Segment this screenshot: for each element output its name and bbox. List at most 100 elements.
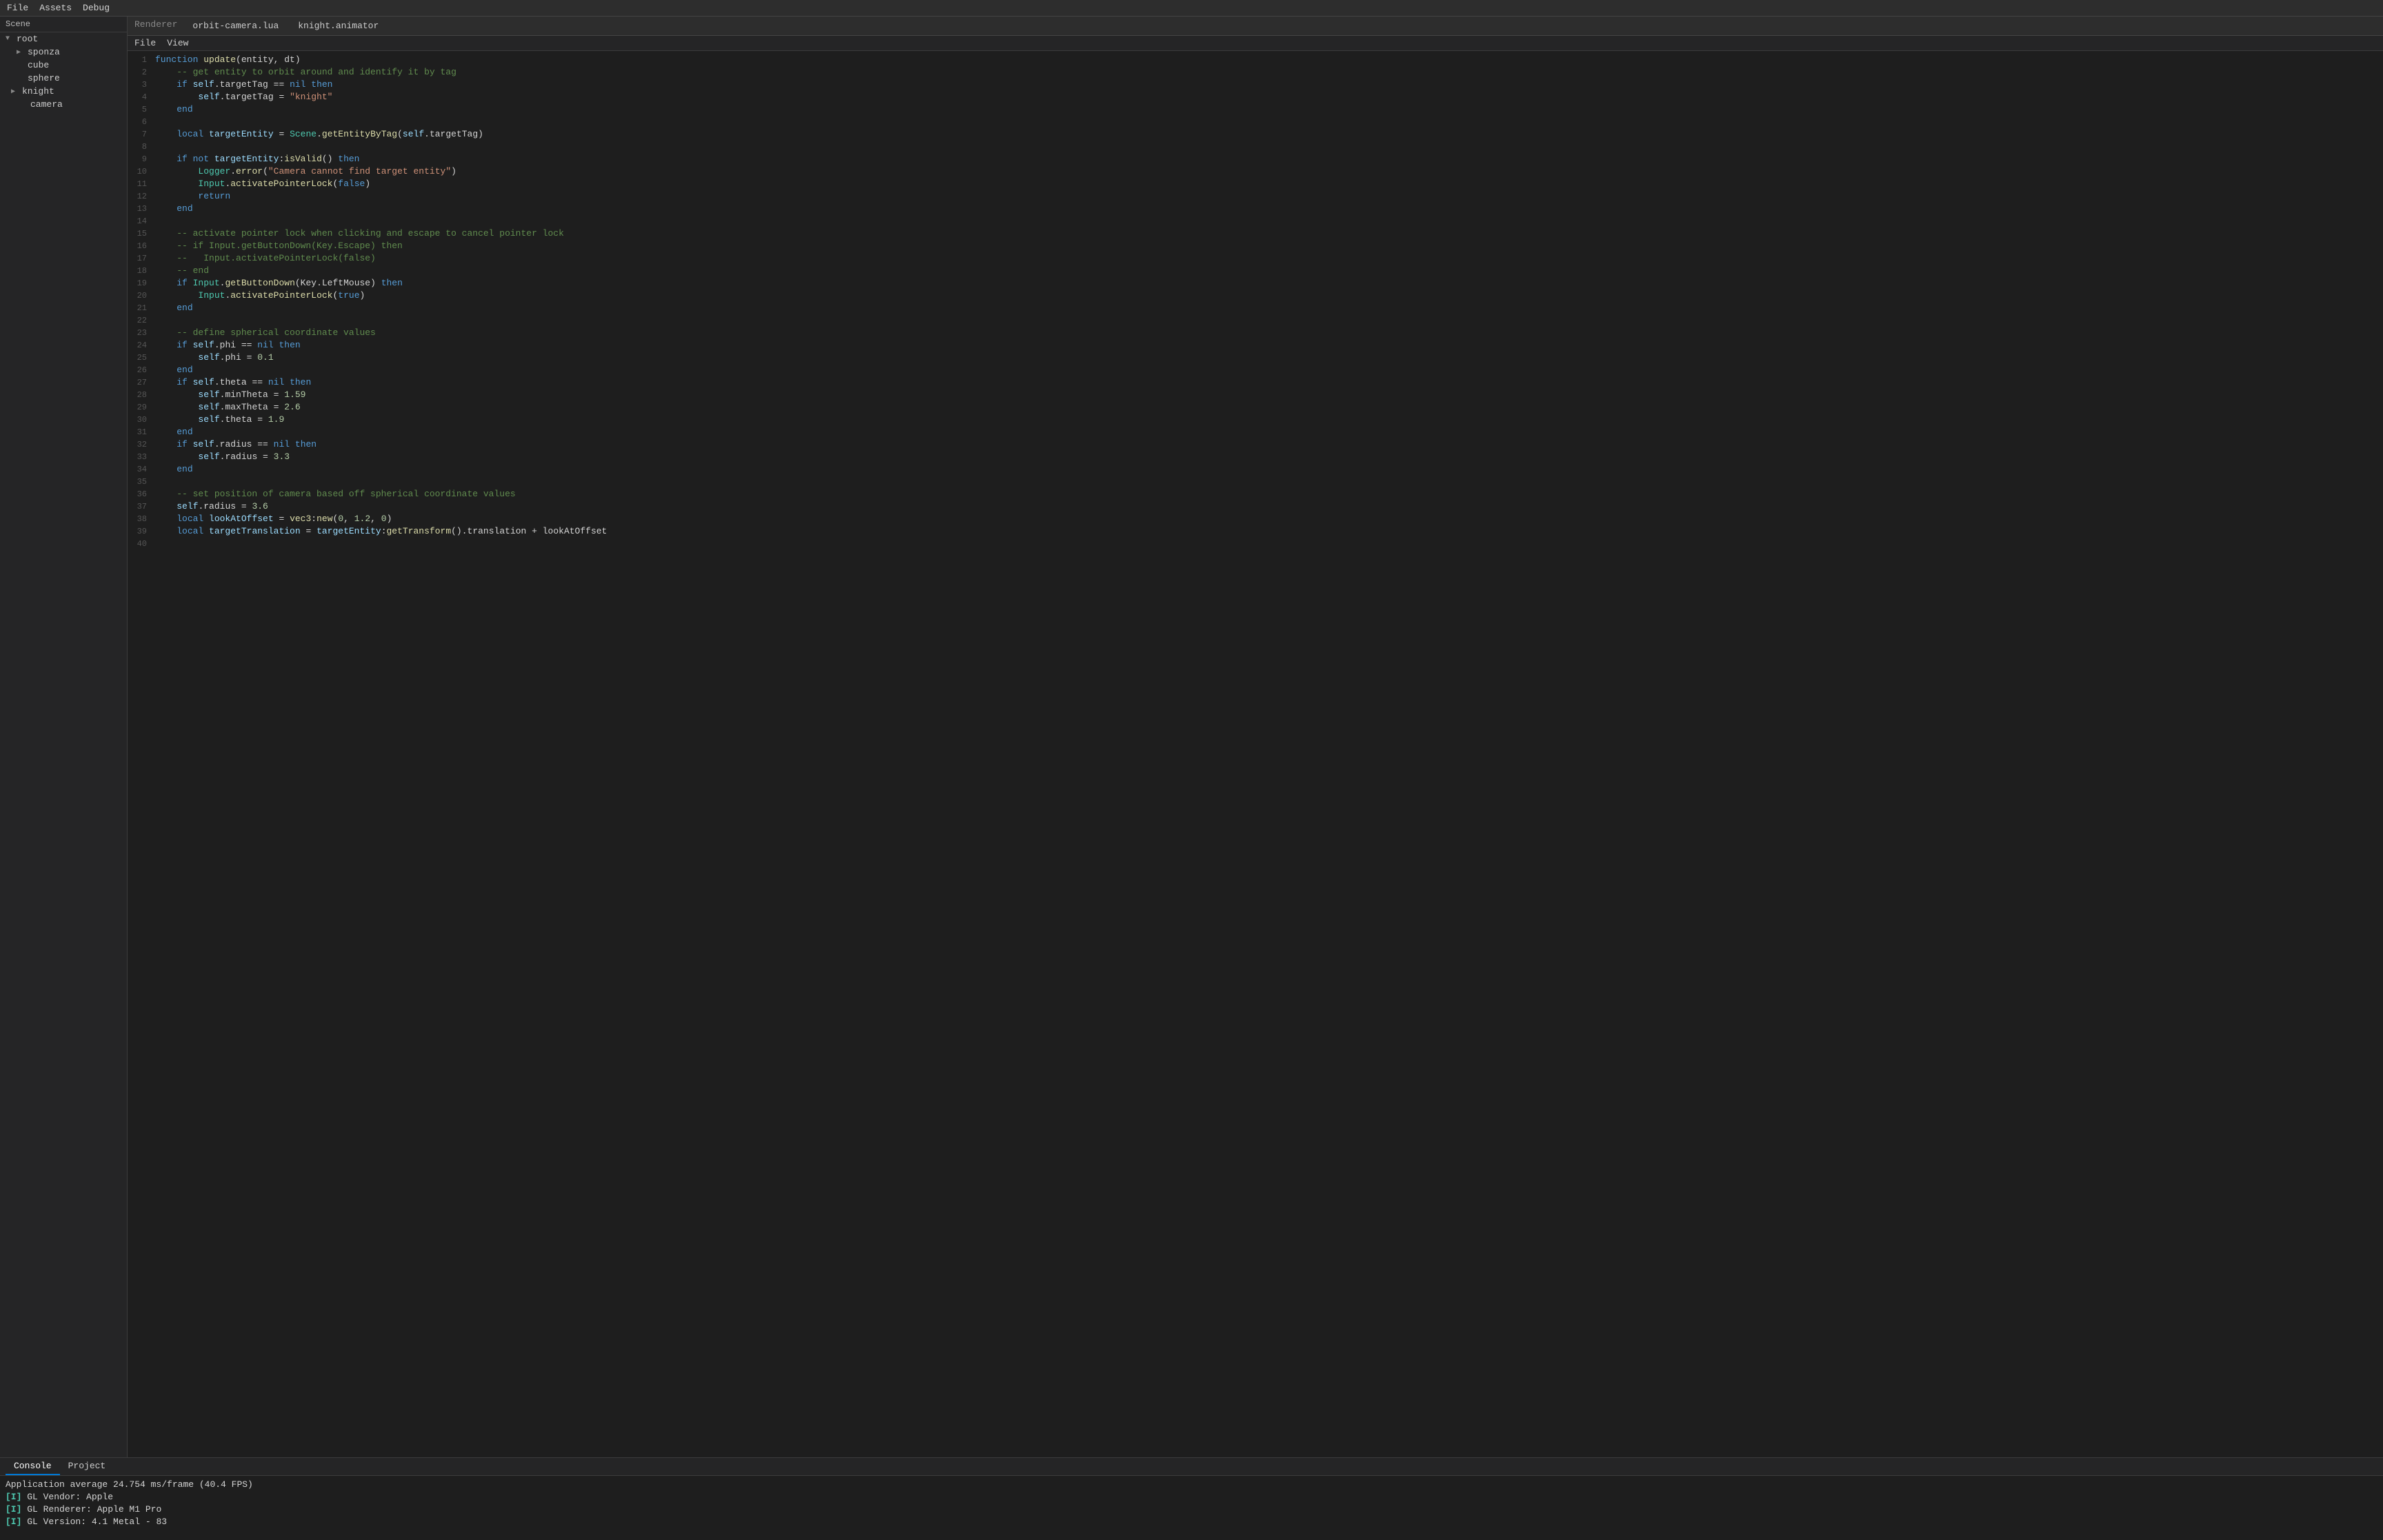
sidebar-item-cube[interactable]: cube [0, 59, 127, 72]
line-content[interactable]: if not targetEntity:isValid() then [155, 153, 2383, 165]
bottom-panel: ConsoleProject Application average 24.75… [0, 1457, 2383, 1540]
line-content[interactable]: if self.radius == nil then [155, 438, 2383, 451]
op-token [155, 427, 177, 437]
sidebar-item-sphere[interactable]: sphere [0, 72, 127, 85]
op-token: .radius = [220, 452, 274, 462]
line-content[interactable]: if self.phi == nil then [155, 339, 2383, 352]
kw-token: if not [177, 154, 214, 164]
menu-item-file[interactable]: File [7, 3, 28, 13]
line-content[interactable] [155, 116, 2383, 128]
menu-item-debug[interactable]: Debug [83, 3, 110, 13]
line-content[interactable]: Input.activatePointerLock(true) [155, 290, 2383, 302]
line-number: 28 [128, 389, 155, 401]
line-content[interactable]: -- get entity to orbit around and identi… [155, 66, 2383, 79]
line-content[interactable]: local targetEntity = Scene.getEntityByTa… [155, 128, 2383, 141]
console-prefix: [I] [6, 1504, 21, 1514]
line-content[interactable]: -- set position of camera based off sphe… [155, 488, 2383, 500]
line-content[interactable] [155, 538, 2383, 550]
kw-token: end [177, 365, 192, 375]
sidebar-item-root[interactable]: ▼root [0, 32, 127, 45]
line-content[interactable]: -- Input.activatePointerLock(false) [155, 252, 2383, 265]
line-number: 2 [128, 66, 155, 79]
op-token [155, 290, 198, 301]
line-number: 14 [128, 215, 155, 227]
kw-token: then [311, 79, 332, 90]
line-content[interactable]: function update(entity, dt) [155, 54, 2383, 66]
op-token: = [301, 526, 316, 536]
kw-token: nil [290, 79, 311, 90]
console-prefix: [I] [6, 1492, 21, 1502]
file-view-item-view[interactable]: View [167, 38, 188, 48]
code-line: 12 return [128, 190, 2383, 203]
code-editor[interactable]: 1function update(entity, dt)2 -- get ent… [128, 51, 2383, 1457]
renderer-tab-orbit-camera[interactable]: orbit-camera.lua [188, 19, 283, 32]
op-token: : [311, 514, 316, 524]
code-line: 10 Logger.error("Camera cannot find targ… [128, 165, 2383, 178]
sidebar-item-sponza[interactable]: ▶sponza [0, 45, 127, 59]
line-content[interactable] [155, 476, 2383, 488]
sidebar-item-knight[interactable]: ▶knight [0, 85, 127, 98]
op-token [155, 414, 198, 425]
file-view-item-file[interactable]: File [134, 38, 156, 48]
line-content[interactable]: self.radius = 3.6 [155, 500, 2383, 513]
line-content[interactable]: local lookAtOffset = vec3:new(0, 1.2, 0) [155, 513, 2383, 525]
kw-token: true [338, 290, 359, 301]
fn-token: error [236, 166, 263, 176]
kw-token: local [177, 526, 209, 536]
line-content[interactable]: -- define spherical coordinate values [155, 327, 2383, 339]
line-content[interactable]: if self.theta == nil then [155, 376, 2383, 389]
console-text: GL Vendor: Apple [21, 1492, 113, 1502]
var-token: targetEntity [209, 129, 274, 139]
kw-token: then [338, 154, 359, 164]
code-line: 2 -- get entity to orbit around and iden… [128, 66, 2383, 79]
code-line: 7 local targetEntity = Scene.getEntityBy… [128, 128, 2383, 141]
line-content[interactable]: self.maxTheta = 2.6 [155, 401, 2383, 414]
line-content[interactable]: Logger.error("Camera cannot find target … [155, 165, 2383, 178]
line-content[interactable]: if self.targetTag == nil then [155, 79, 2383, 91]
op-token [155, 191, 198, 201]
var-token: self [198, 352, 219, 363]
line-number: 26 [128, 364, 155, 376]
kw-token: return [198, 191, 230, 201]
line-content[interactable] [155, 141, 2383, 153]
op-token: .minTheta = [220, 389, 285, 400]
kw-token: local [177, 129, 209, 139]
code-line: 30 self.theta = 1.9 [128, 414, 2383, 426]
renderer-tab-knight-animator[interactable]: knight.animator [294, 19, 383, 32]
sidebar-item-camera[interactable]: camera [0, 98, 127, 111]
tree-item-label: knight [22, 86, 54, 97]
line-content[interactable]: -- activate pointer lock when clicking a… [155, 227, 2383, 240]
line-content[interactable]: self.targetTag = "knight" [155, 91, 2383, 103]
line-content[interactable]: if Input.getButtonDown(Key.LeftMouse) th… [155, 277, 2383, 290]
fn-token: getTransform [387, 526, 452, 536]
line-content[interactable]: -- if Input.getButtonDown(Key.Escape) th… [155, 240, 2383, 252]
line-content[interactable]: self.minTheta = 1.59 [155, 389, 2383, 401]
line-content[interactable]: end [155, 302, 2383, 314]
line-content[interactable]: self.theta = 1.9 [155, 414, 2383, 426]
line-content[interactable] [155, 215, 2383, 227]
line-content[interactable]: return [155, 190, 2383, 203]
op-token: .radius == [214, 439, 274, 449]
line-content[interactable]: self.phi = 0.1 [155, 352, 2383, 364]
bottom-tab-project[interactable]: Project [60, 1458, 114, 1475]
line-content[interactable]: end [155, 463, 2383, 476]
line-content[interactable]: end [155, 426, 2383, 438]
line-content[interactable]: local targetTranslation = targetEntity:g… [155, 525, 2383, 538]
line-content[interactable]: end [155, 103, 2383, 116]
var-token: self [198, 452, 219, 462]
bottom-tab-console[interactable]: Console [6, 1458, 60, 1475]
op-token [155, 79, 177, 90]
line-content[interactable]: end [155, 364, 2383, 376]
kw-token: if [177, 377, 192, 387]
line-content[interactable]: Input.activatePointerLock(false) [155, 178, 2383, 190]
op-token [155, 340, 177, 350]
line-content[interactable] [155, 314, 2383, 327]
menu-item-assets[interactable]: Assets [39, 3, 72, 13]
num-token: 1.9 [268, 414, 284, 425]
line-content[interactable]: self.radius = 3.3 [155, 451, 2383, 463]
line-content[interactable]: -- end [155, 265, 2383, 277]
line-number: 3 [128, 79, 155, 91]
line-content[interactable]: end [155, 203, 2383, 215]
kw-token: then [279, 340, 300, 350]
console-line-version: [I] GL Version: 4.1 Metal - 83 [6, 1516, 2377, 1528]
